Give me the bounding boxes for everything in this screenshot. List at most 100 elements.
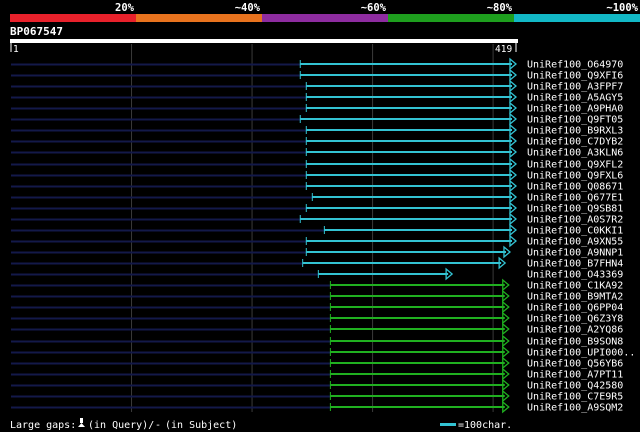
identity-scale-segment: [136, 14, 262, 22]
hit-row: UniRef100_A9PHA0: [11, 101, 623, 115]
hit-label[interactable]: UniRef100_A9NNP1: [527, 248, 623, 259]
hit-row: UniRef100_UPI000..: [11, 345, 635, 359]
hit-row: UniRef100_A9NNP1: [11, 245, 623, 259]
large-gaps-label: Large gaps:: [10, 420, 76, 431]
hit-label[interactable]: UniRef100_O43369: [527, 270, 623, 281]
aligned-bar: [306, 107, 512, 109]
hit-label[interactable]: UniRef100_B9RXL3: [527, 126, 623, 137]
identity-scale-segment: [514, 14, 640, 22]
hit-label[interactable]: UniRef100_Q6Z3Y8: [527, 314, 623, 325]
hit-label[interactable]: UniRef100_A5AGY5: [527, 93, 623, 104]
hit-row: UniRef100_C7DYB2: [11, 134, 623, 148]
hit-row: UniRef100_Q9XFI6: [11, 68, 623, 82]
hit-label[interactable]: UniRef100_Q9SB81: [527, 204, 623, 215]
hit-row: UniRef100_Q9SB81: [11, 201, 623, 215]
hit-label[interactable]: UniRef100_O64970: [527, 60, 623, 71]
hit-label[interactable]: UniRef100_A9PHA0: [527, 104, 623, 115]
hit-label[interactable]: UniRef100_A9SQM2: [527, 403, 623, 414]
hit-row: UniRef100_A3KLN6: [11, 145, 623, 159]
hit-row: UniRef100_Q9FXL6: [11, 168, 623, 182]
hit-row: UniRef100_Q9FT05: [11, 112, 623, 126]
aligned-bar: [300, 74, 512, 76]
aligned-bar: [330, 384, 505, 386]
hit-row: UniRef100_C0KKI1: [11, 223, 623, 237]
hit-label[interactable]: UniRef100_Q6PP04: [527, 303, 623, 314]
hit-label[interactable]: UniRef100_Q9FT05: [527, 115, 623, 126]
hit-label[interactable]: UniRef100_Q08671: [527, 182, 623, 193]
identity-scale-segment: [262, 14, 388, 22]
aligned-bar: [312, 196, 512, 198]
alignment-graphic: 20% ~40% ~60% ~80% ~100% BP067547 1 419 UniR…: [10, 2, 640, 431]
hit-row: UniRef100_A5AGY5: [11, 90, 623, 104]
hit-label[interactable]: UniRef100_A3FPF7: [527, 82, 623, 93]
aligned-bar: [306, 240, 512, 242]
hit-row: UniRef100_Q9XFL2: [11, 157, 623, 171]
query-gap-icon: [78, 418, 85, 427]
hit-label[interactable]: UniRef100_Q9XFI6: [527, 71, 623, 82]
aligned-bar: [306, 163, 512, 165]
aligned-bar: [330, 328, 505, 330]
hit-row: UniRef100_Q6Z3Y8: [11, 311, 623, 325]
aligned-bar: [306, 151, 512, 153]
hit-row: UniRef100_A0S7R2: [11, 212, 623, 226]
aligned-bar: [330, 284, 505, 286]
identity-scale-label: ~80%: [487, 2, 513, 14]
query-name: BP067547: [10, 25, 63, 38]
aligned-bar: [324, 229, 512, 231]
hit-row: UniRef100_Q42580: [11, 378, 623, 392]
hit-label[interactable]: UniRef100_B7FHN4: [527, 259, 623, 270]
hit-label[interactable]: UniRef100_B9MTA2: [527, 292, 623, 303]
hit-label[interactable]: UniRef100_C7E9R5: [527, 392, 623, 403]
hit-row: UniRef100_A9XN55: [11, 234, 623, 248]
hit-label[interactable]: UniRef100_C7DYB2: [527, 137, 623, 148]
hit-label[interactable]: UniRef100_Q677E1: [527, 193, 623, 204]
aligned-bar: [330, 406, 505, 408]
identity-scale-label: ~60%: [361, 2, 387, 14]
hit-label[interactable]: UniRef100_A9XN55: [527, 237, 623, 248]
aligned-bar: [306, 207, 512, 209]
hit-row: UniRef100_A9SQM2: [11, 400, 623, 414]
query-end-label: 419: [495, 44, 512, 55]
subject-gap-dash: -: [155, 420, 161, 431]
aligned-bar: [306, 174, 512, 176]
hit-label[interactable]: UniRef100_Q56YB6: [527, 359, 623, 370]
hit-label[interactable]: UniRef100_Q9FXL6: [527, 171, 623, 182]
identity-scale-segment: [388, 14, 514, 22]
aligned-bar: [302, 262, 502, 264]
hit-label[interactable]: UniRef100_A0S7R2: [527, 215, 623, 226]
hit-row: UniRef100_C7E9R5: [11, 389, 623, 403]
hit-label[interactable]: UniRef100_A3KLN6: [527, 148, 623, 159]
identity-scale-label: ~100%: [606, 2, 638, 14]
aligned-bar: [306, 85, 512, 87]
hit-label[interactable]: UniRef100_C0KKI1: [527, 226, 623, 237]
scale-legend-label: =100char.: [458, 420, 512, 431]
hit-label[interactable]: UniRef100_A2YQ86: [527, 325, 623, 336]
hit-label[interactable]: UniRef100_C1KA92: [527, 281, 623, 292]
hit-label[interactable]: UniRef100_A7PT11: [527, 370, 623, 381]
hit-row: UniRef100_Q08671: [11, 179, 623, 193]
hit-label[interactable]: UniRef100_Q42580: [527, 381, 623, 392]
in-subject-label: (in Subject): [165, 420, 237, 431]
hit-row: UniRef100_Q677E1: [11, 190, 623, 204]
hit-label[interactable]: UniRef100_UPI000..: [527, 348, 635, 359]
scale-legend-line: [440, 423, 456, 426]
hit-label[interactable]: UniRef100_Q9XFL2: [527, 160, 623, 171]
hit-rows: UniRef100_O64970UniRef100_Q9XFI6UniRef10…: [11, 57, 635, 414]
aligned-bar: [318, 273, 449, 275]
in-query-label: (in Query)/: [88, 420, 154, 431]
identity-scale-label: ~40%: [235, 2, 261, 14]
aligned-bar: [300, 63, 512, 65]
aligned-bar: [300, 118, 512, 120]
aligned-bar: [306, 140, 512, 142]
aligned-bar: [306, 185, 512, 187]
hit-row: UniRef100_B9MTA2: [11, 289, 623, 303]
hit-row: UniRef100_A2YQ86: [11, 322, 623, 336]
aligned-bar: [306, 96, 512, 98]
hit-row: UniRef100_C1KA92: [11, 278, 623, 292]
hit-label[interactable]: UniRef100_B9SON8: [527, 337, 623, 348]
hit-row: UniRef100_B7FHN4: [11, 256, 623, 270]
aligned-bar: [330, 395, 505, 397]
identity-scale-label: 20%: [115, 2, 135, 14]
aligned-bar: [330, 362, 505, 364]
identity-color-scale: 20% ~40% ~60% ~80% ~100%: [10, 2, 640, 22]
